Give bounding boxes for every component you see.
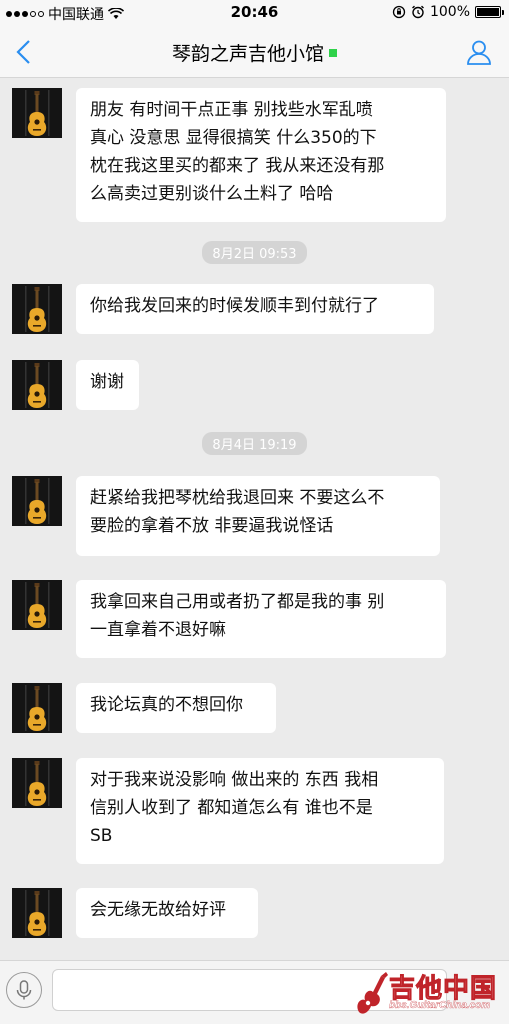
guitar-china-logo-icon [357, 972, 388, 1014]
guitar-avatar-icon [12, 360, 62, 410]
guitar-avatar-icon [12, 683, 62, 733]
avatar[interactable] [12, 88, 62, 138]
person-icon [467, 40, 491, 65]
message-bubble[interactable]: 对于我来说没影响 做出来的 东西 我相 信别人收到了 都知道怎么有 谁也不是 S… [76, 758, 444, 864]
chat-title: 琴韵之声吉他小馆 [171, 43, 324, 65]
profile-button[interactable] [465, 38, 493, 66]
message-bubble[interactable]: 赶紧给我把琴枕给我退回来 不要这么不 要脸的拿着不放 非要逼我说怪话 [76, 476, 440, 556]
battery-percent: 100% [429, 4, 470, 20]
avatar[interactable] [12, 758, 62, 808]
status-bar: 中国联通 20:46 100% [0, 0, 509, 26]
battery-fill [477, 8, 499, 16]
avatar[interactable] [12, 683, 62, 733]
guitar-avatar-icon [12, 88, 62, 138]
timestamp: 8月4日 19:19 [0, 432, 509, 455]
timestamp: 8月2日 09:53 [0, 241, 509, 264]
message-bubble[interactable]: 谢谢 [76, 360, 139, 410]
guitar-avatar-icon [12, 888, 62, 938]
avatar[interactable] [12, 284, 62, 334]
timestamp-label: 8月2日 09:53 [202, 241, 307, 264]
message-bubble[interactable]: 我拿回来自己用或者扔了都是我的事 别 一直拿着不退好嘛 [76, 580, 446, 658]
watermark-subtitle: bbs.GuitarChina.com [389, 1000, 491, 1011]
voice-button[interactable] [6, 972, 42, 1008]
avatar[interactable] [12, 888, 62, 938]
page-title: 琴韵之声吉他小馆 [0, 39, 509, 66]
avatar[interactable] [12, 476, 62, 526]
message-bubble[interactable]: 朋友 有时间干点正事 别找些水军乱喷 真心 没意思 显得很搞笑 什么350的下 … [76, 88, 446, 222]
microphone-icon [16, 980, 32, 1000]
nav-bar: 琴韵之声吉他小馆 [0, 26, 509, 78]
message-bubble[interactable]: 我论坛真的不想回你 [76, 683, 276, 733]
orientation-lock-icon [392, 5, 406, 19]
guitar-avatar-icon [12, 758, 62, 808]
guitar-avatar-icon [12, 580, 62, 630]
guitar-avatar-icon [12, 284, 62, 334]
message-bubble[interactable]: 你给我发回来的时候发顺丰到付就行了 [76, 284, 434, 334]
battery-icon [475, 6, 504, 18]
avatar[interactable] [12, 580, 62, 630]
watermark-logo: 吉他中国 bbs.GuitarChina.com [353, 966, 503, 1020]
guitar-avatar-icon [12, 476, 62, 526]
timestamp-label: 8月4日 19:19 [202, 432, 307, 455]
status-right: 100% [392, 4, 504, 20]
online-status-indicator [329, 48, 337, 57]
alarm-icon [412, 5, 424, 19]
avatar[interactable] [12, 360, 62, 410]
message-list[interactable]: 朋友 有时间干点正事 别找些水军乱喷 真心 没意思 显得很搞笑 什么350的下 … [0, 78, 509, 960]
message-bubble[interactable]: 会无缘无故给好评 [76, 888, 258, 938]
